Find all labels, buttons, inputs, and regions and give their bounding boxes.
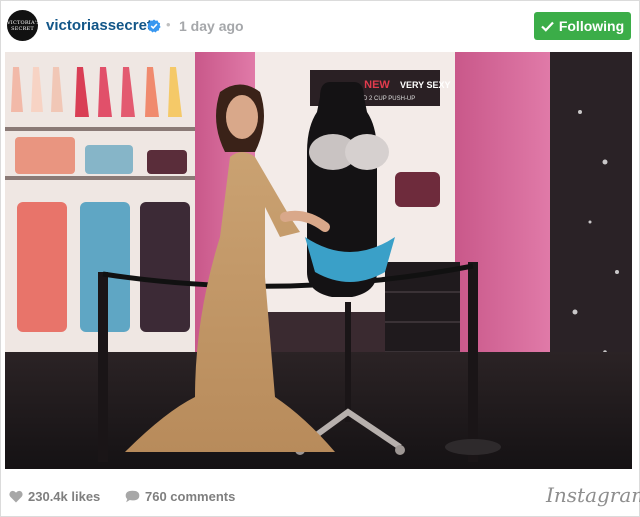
instagram-logo: Instagram: [546, 483, 640, 507]
heart-icon: [9, 490, 23, 503]
checkmark-icon: [541, 21, 554, 32]
username-link[interactable]: victoriassecret: [46, 17, 152, 34]
following-button[interactable]: Following: [534, 12, 631, 40]
post-photo[interactable]: NEW VERY SEXY ADD 2 CUP PUSH-UP: [5, 52, 632, 469]
likes-count[interactable]: 230.4k likes: [9, 489, 100, 504]
post-header: VICTORIA'S SECRET victoriassecret • 1 da…: [1, 1, 639, 51]
comments-label: 760 comments: [145, 489, 236, 504]
comments-count[interactable]: 760 comments: [125, 489, 235, 504]
sign-text-white: VERY SEXY: [400, 80, 451, 90]
instagram-post: VICTORIA'S SECRET victoriassecret • 1 da…: [0, 0, 640, 517]
follow-button-label: Following: [558, 18, 625, 34]
avatar-logo-text: VICTORIA'S SECRET: [7, 20, 38, 32]
post-timestamp[interactable]: 1 day ago: [179, 18, 244, 34]
separator-dot: •: [166, 17, 171, 32]
likes-label: 230.4k likes: [28, 489, 101, 504]
comment-bubble-icon: [125, 490, 140, 503]
avatar[interactable]: VICTORIA'S SECRET: [7, 10, 38, 41]
sign-text-red: NEW: [364, 79, 390, 91]
photo-illustration: NEW VERY SEXY ADD 2 CUP PUSH-UP: [5, 52, 632, 469]
verified-badge-icon: [147, 19, 161, 33]
